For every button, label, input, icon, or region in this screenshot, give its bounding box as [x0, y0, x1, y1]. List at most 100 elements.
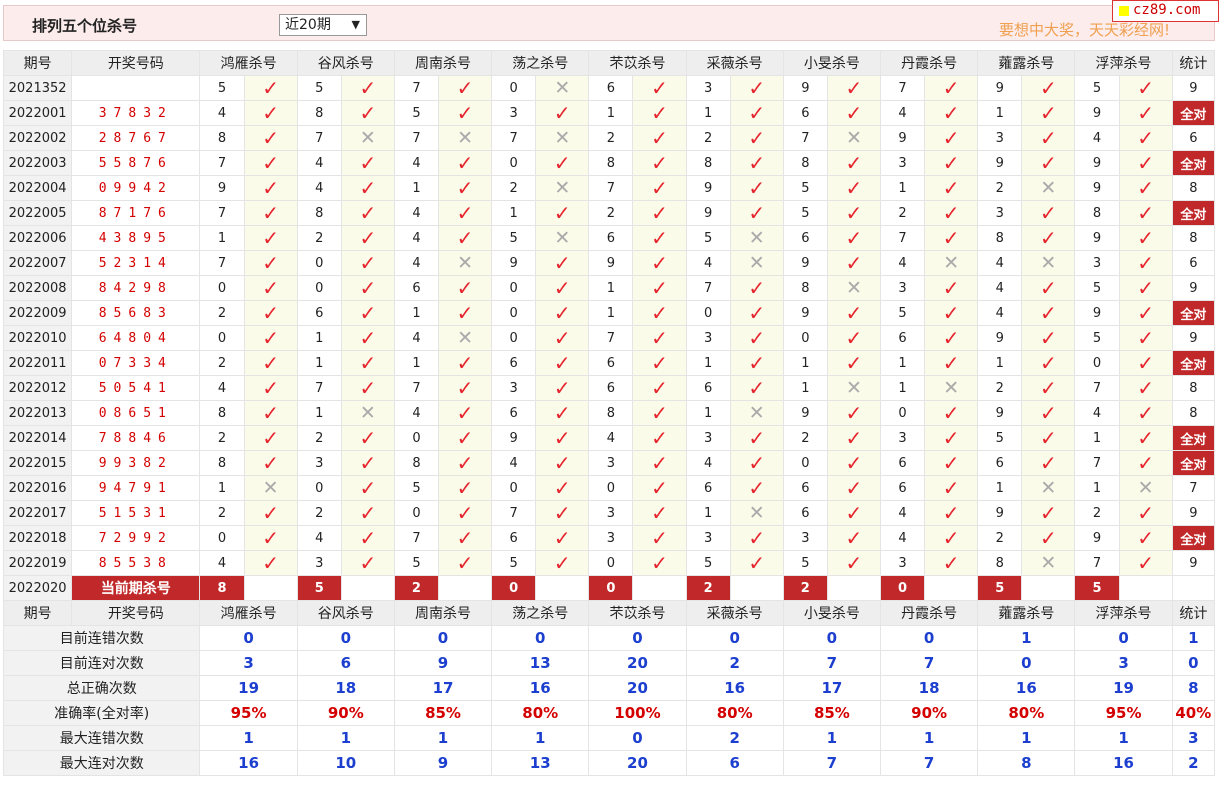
row-stat: 8	[1171, 225, 1216, 251]
result-mark: ✕	[826, 275, 882, 301]
result-mark: ✓	[340, 200, 395, 226]
result-mark: ✓	[729, 300, 784, 326]
kill-number: 1	[879, 175, 926, 201]
page-title: 排列五个位杀号	[32, 17, 138, 35]
result-mark: ✓	[826, 400, 882, 426]
issue-number: 2022019	[2, 550, 73, 576]
title-bar: 排列五个位杀号 近20期 ▼ 要想中大奖，天天彩经网!	[3, 5, 1215, 41]
result-mark: ✓	[729, 550, 784, 576]
result-mark: ✓	[340, 325, 395, 351]
result-mark: ✓	[826, 450, 882, 476]
column-header: 谷风杀号	[296, 50, 395, 76]
result-mark: ✓	[535, 475, 590, 501]
result-mark: ✕	[437, 325, 493, 351]
result-mark: ✓	[632, 425, 687, 451]
table-row: 2022011 07334 2 ✓ 1 ✓ 1 ✓ 6 ✓ 6 ✓ 1 ✓ 1 ✓ 1 ✓ 1 ✓ 0 ✓ 全对	[2, 350, 1216, 376]
stats-value: 0	[1074, 625, 1173, 651]
kill-number: 8	[977, 225, 1023, 251]
kill-number: 1	[782, 350, 828, 376]
check-icon: ✓	[359, 350, 377, 375]
kill-number: 3	[588, 525, 634, 551]
column-header: 荡之杀号	[491, 600, 590, 626]
result-mark: ✓	[243, 325, 298, 351]
stats-value: 16	[491, 675, 590, 701]
site-logo[interactable]: cz89.com	[1112, 0, 1219, 22]
kill-number: 4	[1074, 400, 1120, 426]
check-icon: ✓	[1137, 450, 1154, 475]
result-mark: ✓	[243, 525, 298, 551]
kill-number: 0	[296, 475, 342, 501]
result-mark: ✕	[924, 375, 979, 401]
result-mark: ✓	[1021, 525, 1076, 551]
kill-number: 5	[296, 75, 342, 101]
result-mark: ✕	[729, 250, 784, 276]
issue-number: 2022009	[2, 300, 73, 326]
result-mark: ✓	[826, 475, 882, 501]
kill-number: 4	[393, 325, 440, 351]
result-mark: ✓	[437, 225, 493, 251]
kill-number: 1	[685, 400, 731, 426]
check-icon: ✓	[942, 500, 960, 525]
result-mark: ✓	[1021, 150, 1076, 176]
draw-numbers: 87176	[71, 200, 201, 226]
stats-value: 10	[296, 750, 395, 776]
column-header: 荡之杀号	[491, 50, 590, 76]
column-header: 周南杀号	[393, 600, 493, 626]
check-icon: ✓	[942, 475, 960, 500]
result-mark: ✓	[535, 400, 590, 426]
check-icon: ✓	[553, 275, 571, 300]
result-mark: ✕	[729, 500, 784, 526]
current-kill-number: 2	[685, 575, 731, 601]
check-icon: ✓	[456, 500, 474, 525]
result-mark: ✓	[924, 225, 979, 251]
kill-number: 0	[491, 325, 537, 351]
check-icon: ✓	[456, 300, 474, 325]
stats-value: 95%	[199, 700, 298, 726]
result-mark: ✓	[729, 525, 784, 551]
draw-numbers: 85538	[71, 550, 201, 576]
result-mark: ✓	[437, 475, 493, 501]
result-mark: ✓	[340, 250, 395, 276]
result-mark: ✓	[632, 250, 687, 276]
check-icon: ✓	[1137, 325, 1154, 350]
stats-value: 0	[588, 725, 687, 751]
check-icon: ✓	[845, 325, 863, 350]
result-mark: ✓	[243, 425, 298, 451]
result-mark: ✓	[437, 400, 493, 426]
kill-number: 9	[685, 175, 731, 201]
result-mark: ✓	[243, 550, 298, 576]
check-icon: ✓	[553, 375, 571, 400]
result-mark: ✓	[340, 300, 395, 326]
check-icon: ✓	[262, 325, 279, 350]
result-mark: ✕	[1021, 175, 1076, 201]
period-select[interactable]: 近20期 ▼	[279, 14, 367, 36]
result-mark: ✕	[826, 375, 882, 401]
check-icon: ✓	[845, 250, 863, 275]
check-icon: ✓	[1137, 400, 1154, 425]
check-icon: ✓	[1137, 100, 1154, 125]
draw-numbers: 51531	[71, 500, 201, 526]
stats-value: 0	[879, 625, 979, 651]
check-icon: ✓	[651, 475, 668, 500]
result-mark: ✓	[924, 100, 979, 126]
check-icon: ✓	[262, 375, 279, 400]
stats-value: 1	[977, 725, 1076, 751]
stats-value: 13	[491, 650, 590, 676]
result-mark: ✓	[632, 525, 687, 551]
kill-number: 3	[685, 75, 731, 101]
check-icon: ✓	[748, 300, 766, 325]
table-row: 2022009 85683 2 ✓ 6 ✓ 1 ✓ 0 ✓ 1 ✓ 0 ✓ 9 ✓ 5 ✓ 4 ✓ 9 ✓ 全对	[2, 300, 1216, 326]
result-mark: ✓	[437, 175, 493, 201]
kill-number: 7	[491, 125, 537, 151]
check-icon: ✓	[262, 525, 279, 550]
table-row: 2022008 84298 0 ✓ 0 ✓ 6 ✓ 0 ✓ 1 ✓ 7 ✓ 8 ✕ 3 ✓ 4 ✓ 5 ✓ 9	[2, 275, 1216, 301]
issue-number: 2022008	[2, 275, 73, 301]
stats-value: 1	[491, 725, 590, 751]
cross-icon: ✕	[748, 227, 765, 249]
result-mark: ✓	[632, 350, 687, 376]
check-icon: ✓	[553, 425, 571, 450]
result-mark: ✓	[632, 475, 687, 501]
kill-number: 9	[1074, 100, 1120, 126]
kill-number: 1	[588, 100, 634, 126]
stats-label: 最大连对次数	[2, 750, 201, 776]
